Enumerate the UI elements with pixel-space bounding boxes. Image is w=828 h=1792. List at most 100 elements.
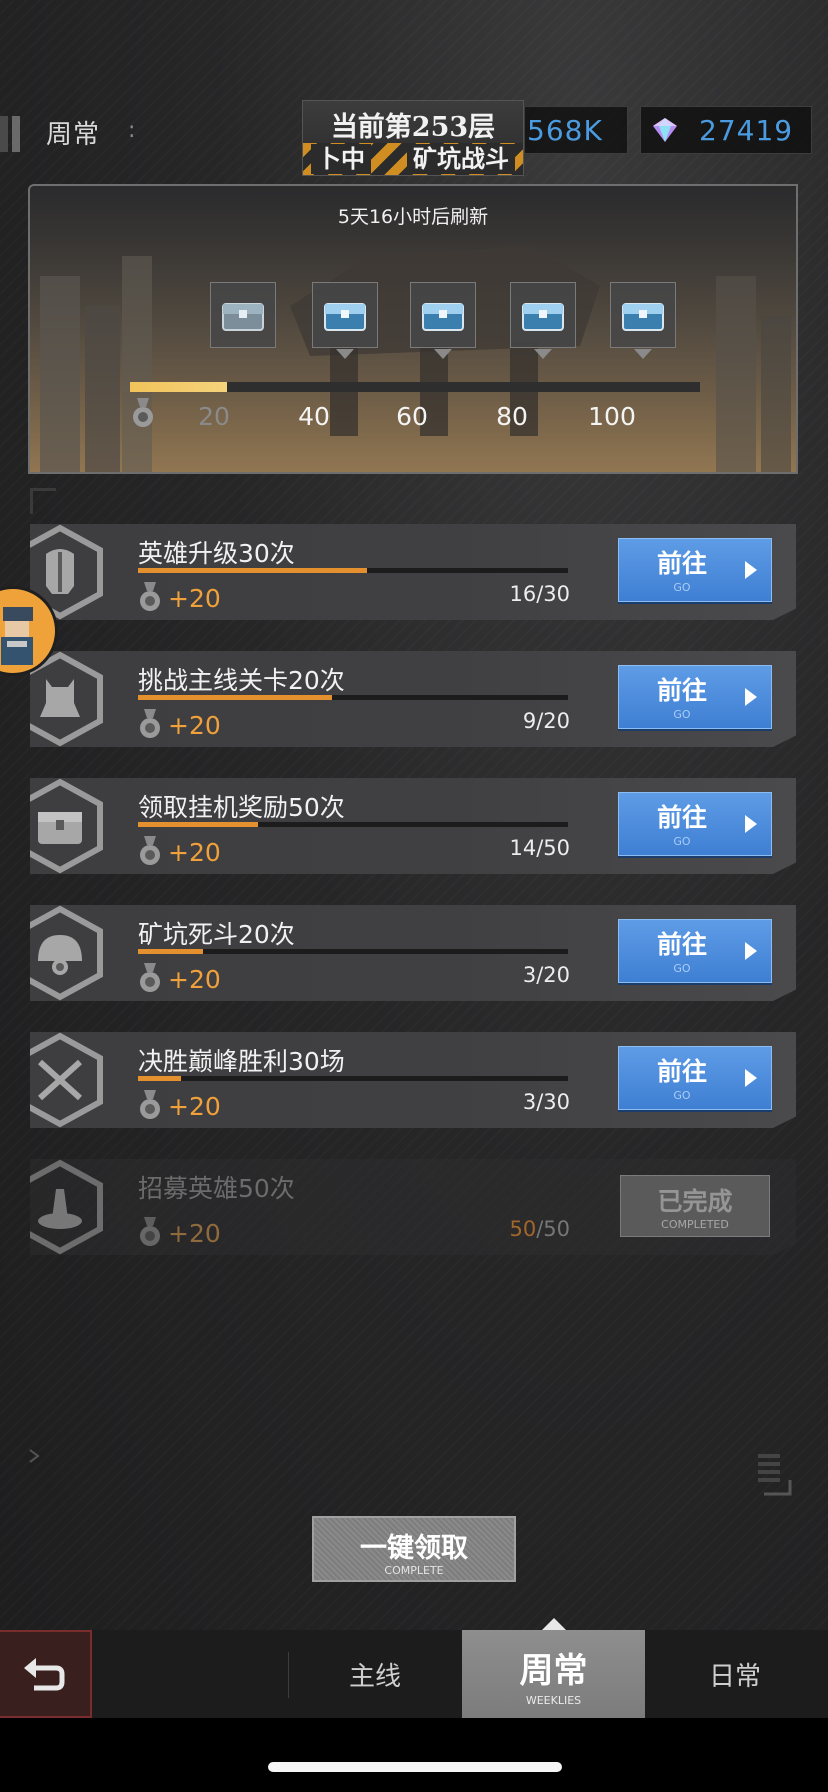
quest-title: 领取挂机奖励50次 <box>138 793 345 822</box>
quest-reward: +20 <box>168 1092 221 1121</box>
quest-progress-text: 3/20 <box>522 963 570 987</box>
gem-counter[interactable]: 27419 <box>640 106 812 154</box>
chest-reward-60[interactable] <box>410 282 476 359</box>
back-arrow-icon <box>24 1658 65 1691</box>
home-bar-area <box>0 1718 828 1792</box>
medal-icon <box>140 1217 160 1246</box>
chest-reward-20[interactable] <box>210 282 276 348</box>
tab-weekly[interactable]: 周常 WEEKLIES <box>462 1618 645 1718</box>
medal-icon <box>133 398 153 427</box>
quest-progress-total: /50 <box>536 1217 570 1241</box>
weekly-progress-track <box>130 382 700 392</box>
page-title: 周常 <box>46 120 101 150</box>
go-button[interactable]: 前往 GO <box>618 792 772 856</box>
corner-mark <box>28 1448 40 1467</box>
gem-icon <box>653 118 677 142</box>
mine-icon <box>30 905 103 1001</box>
home-indicator[interactable] <box>268 1762 562 1772</box>
chest-reward-100[interactable] <box>610 282 676 359</box>
floor-ticker-left: 卜中 <box>311 144 371 174</box>
milestone-label: 80 <box>496 402 528 431</box>
floor-ticker: 卜中 矿坑战斗 <box>303 143 523 175</box>
chest-reward-40[interactable] <box>312 282 378 359</box>
signal-bars-ornament <box>758 1454 792 1496</box>
quest-title: 矿坑死斗20次 <box>138 920 295 949</box>
quest-progress-fill <box>138 1076 181 1081</box>
quest-row: 领取挂机奖励50次 +20 14/50 前往 GO <box>30 778 796 874</box>
tab-weekly-label: 周常 <box>519 1651 588 1691</box>
claim-all-button[interactable]: 一键领取 COMPLETE <box>312 1516 516 1582</box>
quest-progress-text: 14/50 <box>509 836 570 860</box>
chevron-right-icon <box>745 1069 757 1087</box>
quest-reward: +20 <box>168 584 221 613</box>
quest-progress-text: 3/30 <box>522 1090 570 1114</box>
chevron-right-icon <box>745 561 757 579</box>
tab-daily[interactable]: 日常 <box>660 1630 810 1718</box>
chevron-right-icon <box>745 942 757 960</box>
completed-button: 已完成 COMPLETED <box>620 1175 770 1237</box>
tab-weekly-sublabel: WEEKLIES <box>525 1694 582 1707</box>
go-button[interactable]: 前往 GO <box>618 538 772 602</box>
quest-progress-text: 16/30 <box>509 582 570 606</box>
quest-row: 挑战主线关卡20次 +20 9/20 前往 GO <box>30 651 796 747</box>
quest-row-completed: 招募英雄50次 +20 50/50 已完成 COMPLETED <box>30 1159 796 1255</box>
medal-icon <box>140 582 160 611</box>
panel-corner-ornament <box>30 488 56 514</box>
quest-progress-bar <box>138 568 568 573</box>
treasure-icon <box>30 778 103 874</box>
floor-title: 当前第253层 <box>330 112 496 143</box>
go-button-sublabel: GO <box>673 581 691 594</box>
quest-title: 招募英雄50次 <box>138 1174 295 1203</box>
milestone-label: 40 <box>298 402 330 431</box>
swords-icon <box>30 1032 103 1128</box>
quest-title: 英雄升级30次 <box>138 539 295 568</box>
summon-icon <box>30 1159 103 1255</box>
back-button[interactable] <box>0 1630 92 1718</box>
weekly-progress-fill <box>130 382 227 392</box>
quest-row: 矿坑死斗20次 +20 3/20 前往 GO <box>30 905 796 1001</box>
go-button-sublabel: GO <box>673 708 691 721</box>
go-button[interactable]: 前往 GO <box>618 919 772 983</box>
completed-sublabel: COMPLETED <box>661 1218 729 1231</box>
tower-ruins-art <box>716 276 791 472</box>
city-ruins-art <box>40 256 152 472</box>
gold-counter[interactable]: 568K <box>524 106 628 154</box>
medal-icon <box>140 963 160 992</box>
quest-progress-bar <box>138 695 568 700</box>
medal-icon <box>140 1090 160 1119</box>
weekly-rewards-banner: 5天16小时后刷新 20 40 60 80 100 <box>28 184 798 474</box>
refresh-timer: 5天16小时后刷新 <box>337 206 489 228</box>
quest-progress-bar <box>138 949 568 954</box>
chest-reward-80[interactable] <box>510 282 576 359</box>
chest-icon <box>422 303 464 331</box>
quest-progress-text: 50/50 <box>460 1217 570 1241</box>
chest-icon <box>324 303 366 331</box>
quest-row: 决胜巅峰胜利30场 +20 3/30 前往 GO <box>30 1032 796 1128</box>
quest-reward: +20 <box>168 711 221 740</box>
chevron-right-icon <box>745 688 757 706</box>
gold-value: 568K <box>527 113 603 147</box>
quest-reward: +20 <box>168 838 221 867</box>
claim-all-label: 一键领取 <box>360 1533 468 1564</box>
chest-icon <box>222 303 264 331</box>
gem-value: 27419 <box>699 113 794 147</box>
go-button[interactable]: 前往 GO <box>618 665 772 729</box>
header-ornament <box>0 116 24 152</box>
chest-icon <box>522 303 564 331</box>
tab-main-quests[interactable]: 主线 <box>300 1630 450 1718</box>
quest-title: 挑战主线关卡20次 <box>138 666 345 695</box>
quest-progress-fill <box>138 568 368 573</box>
floor-ticker-right: 矿坑战斗 <box>407 144 515 174</box>
go-button-sublabel: GO <box>673 835 691 848</box>
milestone-label: 60 <box>396 402 428 431</box>
chest-icon <box>622 303 664 331</box>
milestone-label: 100 <box>588 402 636 431</box>
quest-row: 英雄升级30次 +20 16/30 前往 GO <box>30 524 796 620</box>
go-button-sublabel: GO <box>673 1089 691 1102</box>
quest-progress-fill <box>138 822 259 827</box>
nav-divider <box>288 1652 289 1698</box>
go-button-sublabel: GO <box>673 962 691 975</box>
go-button[interactable]: 前往 GO <box>618 1046 772 1110</box>
bottom-nav: 主线 周常 WEEKLIES 日常 <box>0 1618 828 1718</box>
medal-icon <box>140 836 160 865</box>
